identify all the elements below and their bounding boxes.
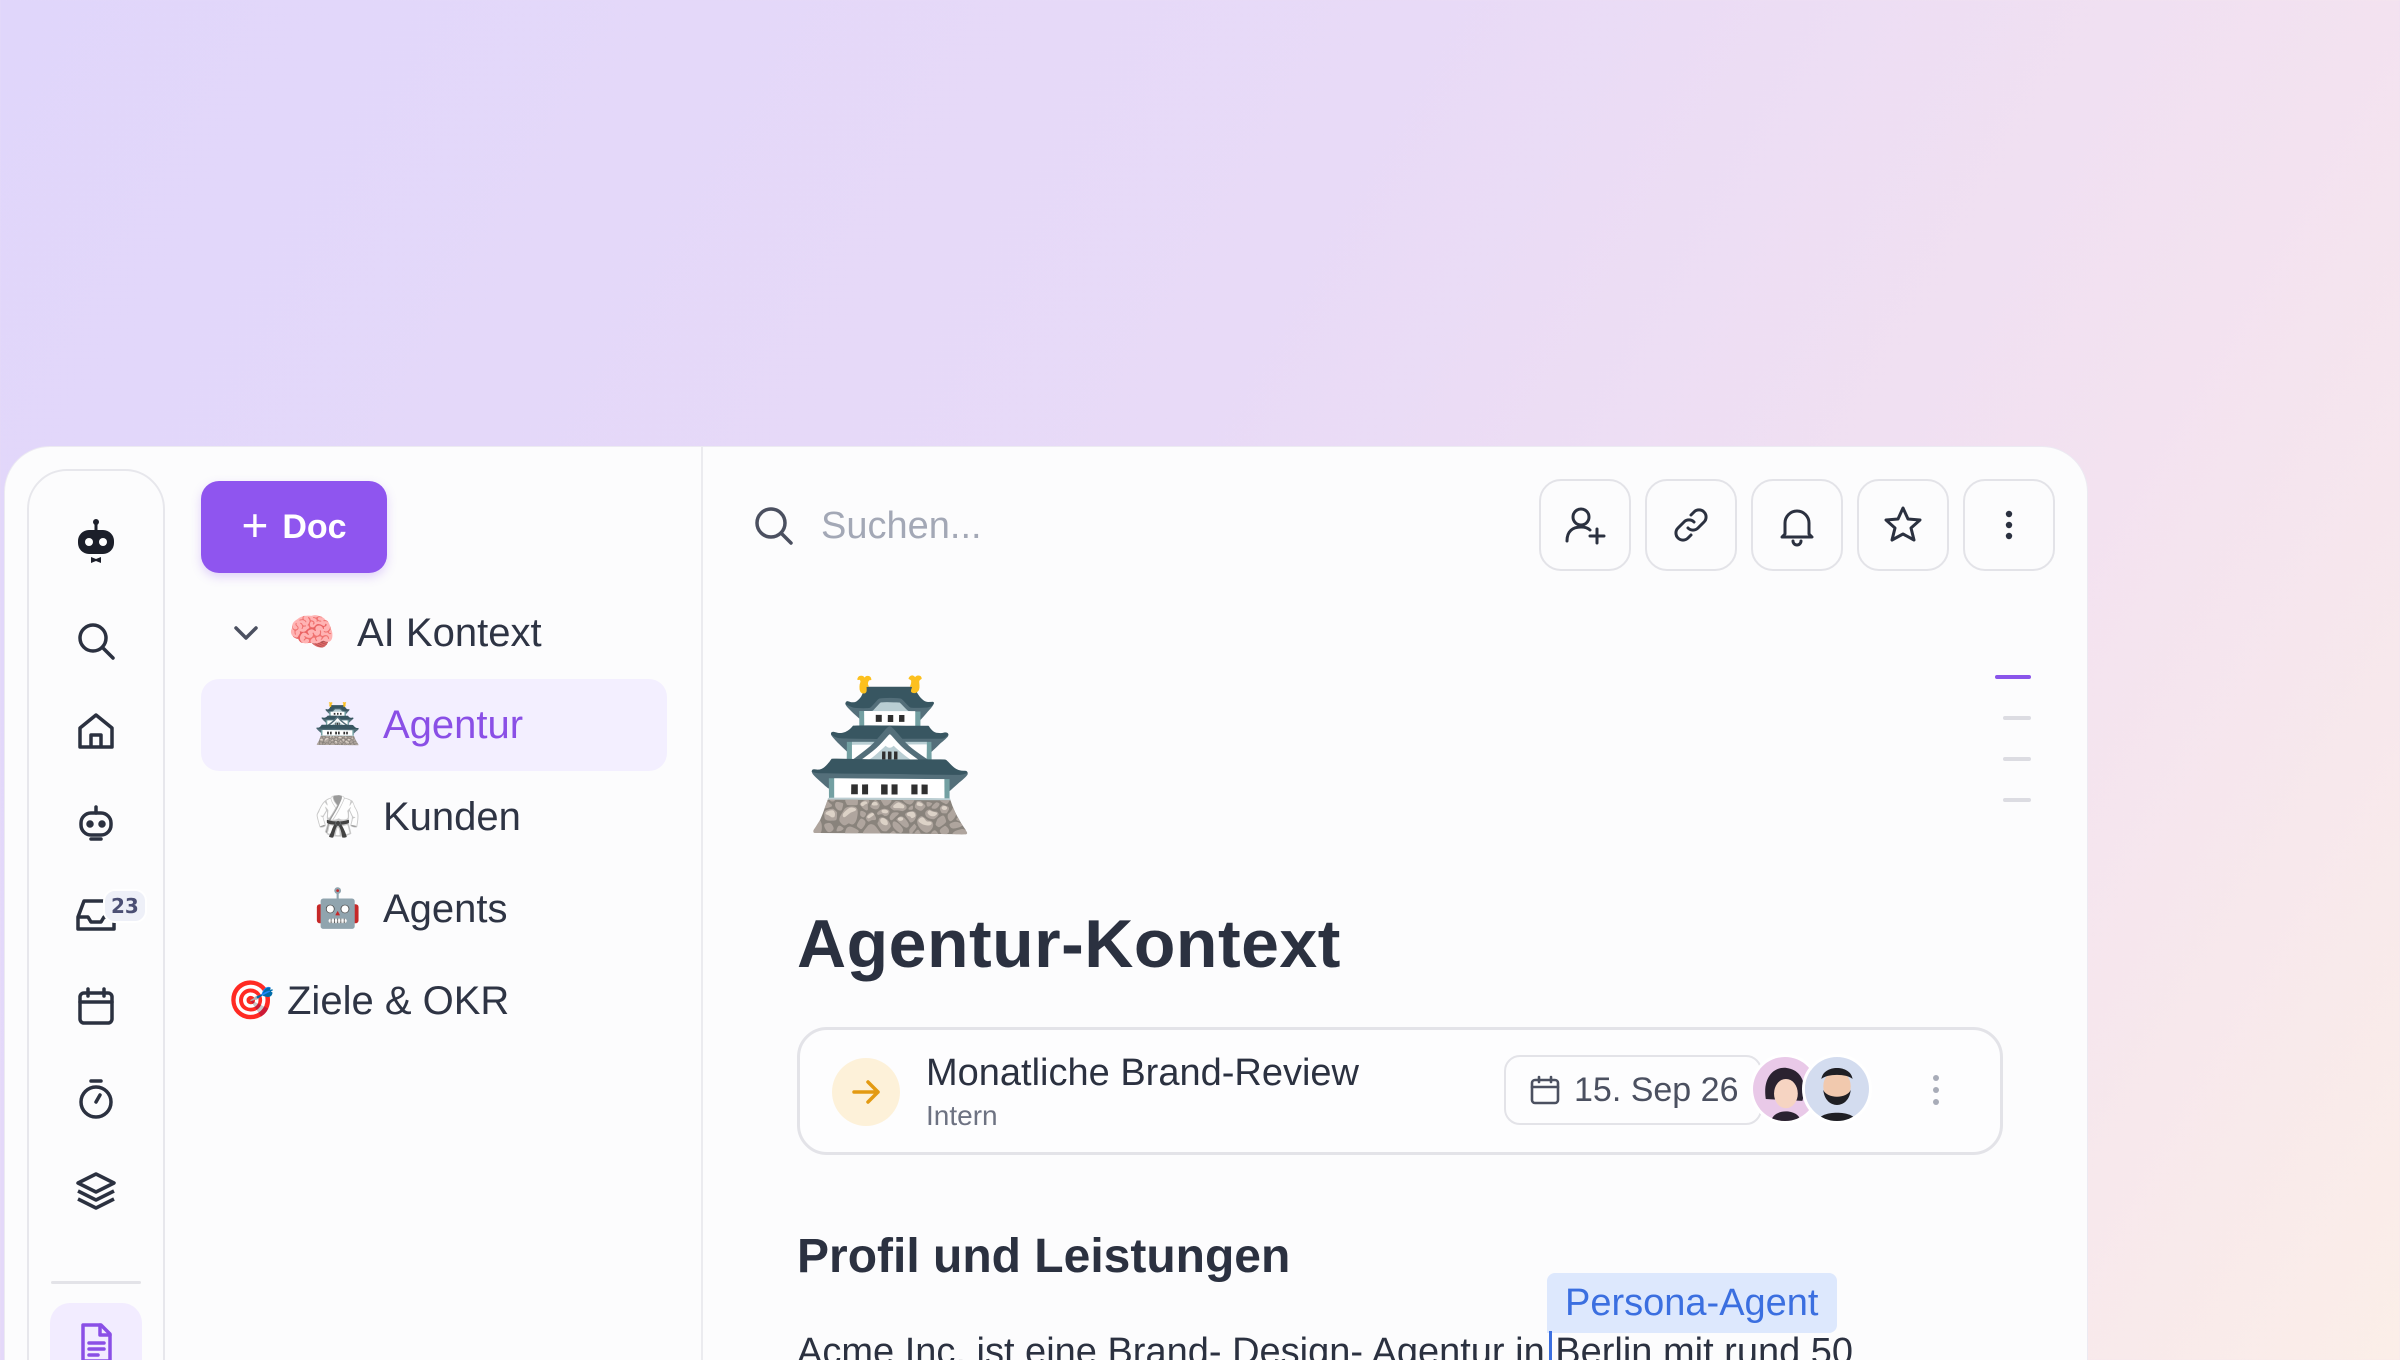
plus-icon: + xyxy=(241,499,269,551)
doc-sidebar: + Doc 🧠 AI Kontext 🏯 Agentur 🥋 Kunden 🤖 … xyxy=(165,447,703,1360)
favorite-button[interactable] xyxy=(1857,479,1949,571)
more-vertical-icon[interactable] xyxy=(1930,1070,1942,1110)
sidebar-item-agents[interactable]: 🤖 Agents xyxy=(309,863,508,955)
event-date: 15. Sep 26 xyxy=(1574,1070,1739,1109)
castle-icon: 🏯 xyxy=(314,704,362,746)
event-date-pill[interactable]: 15. Sep 26 xyxy=(1504,1055,1763,1125)
layers-icon[interactable] xyxy=(50,1151,142,1231)
sidebar-item-ziele-okr[interactable]: 🎯 Ziele & OKR xyxy=(227,955,509,1047)
sidebar-item-label: Agents xyxy=(383,886,508,931)
agent-icon[interactable] xyxy=(50,783,142,863)
collaborator-cursor-label: Persona-Agent xyxy=(1547,1273,1837,1333)
brain-icon: 🧠 xyxy=(288,612,336,654)
header-toolbar xyxy=(1539,479,2055,571)
home-icon[interactable] xyxy=(50,691,142,771)
event-title: Monatliche Brand-Review xyxy=(926,1052,1359,1094)
calendar-icon[interactable] xyxy=(50,967,142,1047)
target-icon: 🎯 xyxy=(227,980,275,1022)
link-icon xyxy=(1674,508,1708,542)
toc-marker-active[interactable] xyxy=(1995,675,2031,679)
notifications-button[interactable] xyxy=(1751,479,1843,571)
toc-marker[interactable] xyxy=(2003,757,2031,761)
main-content: Suchen... 🏯 Agentur-Kontext Monatliche B… xyxy=(703,447,2087,1360)
more-options-button[interactable] xyxy=(1963,479,2055,571)
calendar-icon xyxy=(1530,1075,1560,1105)
bell-icon xyxy=(1780,509,1814,547)
table-of-contents-indicator[interactable] xyxy=(1991,675,2031,839)
timer-icon[interactable] xyxy=(50,1059,142,1139)
app-window: 23 + Doc 🧠 AI Kontext 🏯 Agentur 🥋 Kunden… xyxy=(4,446,2088,1360)
sidebar-item-agentur[interactable]: 🏯 Agentur xyxy=(201,679,667,771)
user-plus-icon xyxy=(1565,507,1606,545)
sidebar-item-label: AI Kontext xyxy=(357,610,542,655)
search-icon[interactable] xyxy=(50,601,142,681)
sidebar-item-label: Ziele & OKR xyxy=(287,978,510,1023)
invite-user-button[interactable] xyxy=(1539,479,1631,571)
page-castle-icon[interactable]: 🏯 xyxy=(803,687,977,827)
collaborator-cursor xyxy=(1549,1331,1552,1360)
star-icon xyxy=(1884,506,1922,542)
copy-link-button[interactable] xyxy=(1645,479,1737,571)
event-subtitle: Intern xyxy=(926,1100,998,1131)
robot-icon: 🤖 xyxy=(314,888,362,930)
new-doc-label: Doc xyxy=(282,507,347,546)
sidebar-item-label: Agentur xyxy=(383,702,524,747)
search-icon xyxy=(755,507,793,545)
icon-rail: 23 xyxy=(27,469,165,1360)
martial-arts-uniform-icon: 🥋 xyxy=(314,796,362,838)
more-vertical-icon xyxy=(2005,510,2013,540)
chevron-down-icon[interactable] xyxy=(227,614,265,652)
search-input[interactable]: Suchen... xyxy=(821,505,982,548)
rail-divider xyxy=(51,1281,141,1284)
toc-marker[interactable] xyxy=(2003,798,2031,802)
section-heading[interactable]: Profil und Leistungen xyxy=(797,1229,1290,1284)
docs-icon[interactable] xyxy=(50,1303,142,1360)
robot-logo-icon[interactable] xyxy=(50,501,142,581)
event-card[interactable]: Monatliche Brand-Review Intern 15. Sep 2… xyxy=(797,1027,2003,1155)
sidebar-item-label: Kunden xyxy=(383,794,521,839)
page-title[interactable]: Agentur-Kontext xyxy=(797,905,1341,983)
event-attendees[interactable] xyxy=(1750,1054,1872,1124)
arrow-right-icon xyxy=(832,1058,900,1126)
body-paragraph[interactable]: Acme Inc. ist eine Brand- Design- Agentu… xyxy=(797,1331,1853,1360)
avatar[interactable] xyxy=(1802,1054,1872,1124)
sidebar-item-kunden[interactable]: 🥋 Kunden xyxy=(309,771,521,863)
sidebar-item-ai-kontext[interactable]: 🧠 AI Kontext xyxy=(227,587,542,679)
new-doc-button[interactable]: + Doc xyxy=(201,481,387,573)
search-bar[interactable]: Suchen... xyxy=(751,503,982,549)
toc-marker[interactable] xyxy=(2003,716,2031,720)
inbox-count-badge: 23 xyxy=(103,889,147,923)
